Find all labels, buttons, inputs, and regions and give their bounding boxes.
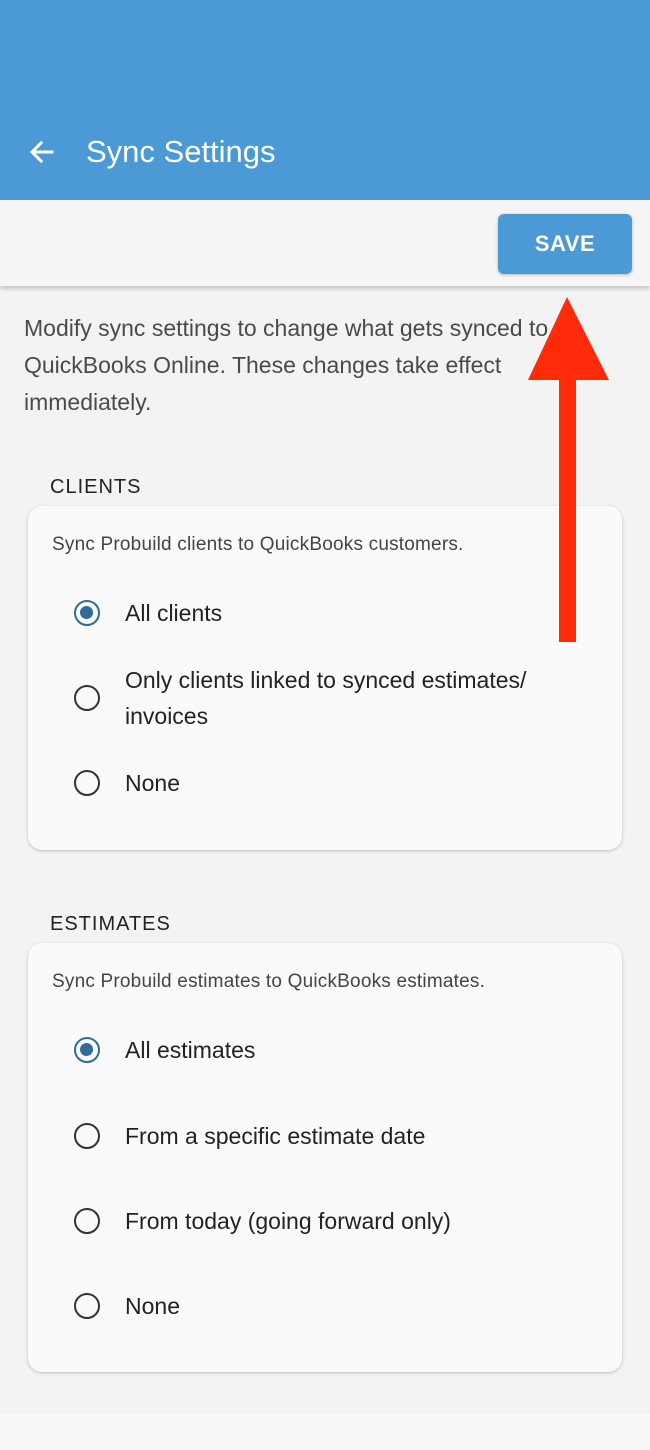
option-no-clients[interactable]: None bbox=[125, 765, 595, 801]
arrow-left-icon[interactable] bbox=[26, 136, 58, 168]
radio-no-clients[interactable] bbox=[74, 770, 100, 796]
radio-all-estimates[interactable] bbox=[74, 1037, 100, 1063]
save-button[interactable]: SAVE bbox=[498, 214, 632, 274]
radio-specific-date[interactable] bbox=[74, 1123, 100, 1149]
option-linked-clients[interactable]: Only clients linked to synced estimates/… bbox=[125, 662, 595, 734]
bottom-strip bbox=[0, 1414, 650, 1450]
radio-all-clients[interactable] bbox=[74, 600, 100, 626]
option-all-estimates[interactable]: All estimates bbox=[125, 1032, 595, 1068]
radio-from-today[interactable] bbox=[74, 1208, 100, 1234]
clients-heading: CLIENTS bbox=[50, 476, 142, 498]
app-bar: Sync Settings bbox=[0, 0, 650, 200]
toolbar: SAVE bbox=[0, 200, 650, 286]
radio-linked-clients[interactable] bbox=[74, 685, 100, 711]
clients-card: Sync Probuild clients to QuickBooks cust… bbox=[28, 506, 622, 850]
clients-description: Sync Probuild clients to QuickBooks cust… bbox=[52, 534, 464, 555]
estimates-description: Sync Probuild estimates to QuickBooks es… bbox=[52, 971, 486, 992]
option-specific-date[interactable]: From a specific estimate date bbox=[125, 1118, 595, 1154]
estimates-heading: ESTIMATES bbox=[50, 913, 171, 935]
radio-no-estimates[interactable] bbox=[74, 1293, 100, 1319]
page-title: Sync Settings bbox=[86, 134, 276, 169]
option-from-today[interactable]: From today (going forward only) bbox=[125, 1203, 595, 1239]
option-all-clients[interactable]: All clients bbox=[125, 595, 595, 631]
estimates-card: Sync Probuild estimates to QuickBooks es… bbox=[28, 943, 622, 1372]
option-no-estimates[interactable]: None bbox=[125, 1288, 595, 1324]
intro-text: Modify sync settings to change what gets… bbox=[24, 315, 549, 415]
